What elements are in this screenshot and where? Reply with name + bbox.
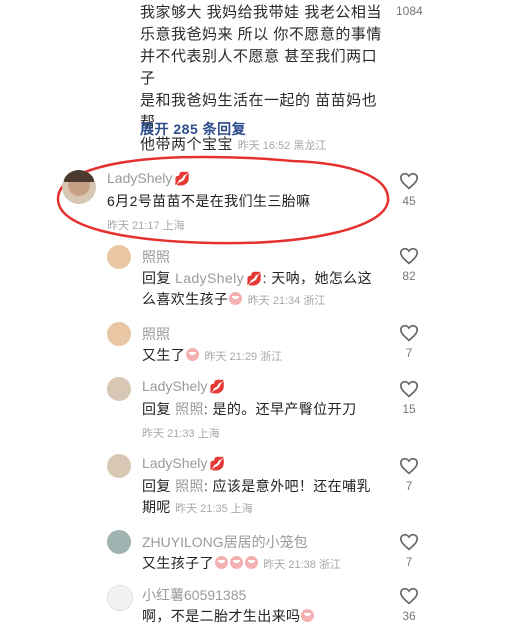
like-count: 82 xyxy=(402,269,416,283)
reply-meta: 昨天 21:35 上海 xyxy=(175,503,253,515)
heart-outline-icon xyxy=(399,533,419,551)
comment-content: 6月2号苗苗不是在我们生三胎嘛 xyxy=(107,193,311,209)
reply-username[interactable]: ZHUYILONG居居的小笼包 xyxy=(142,532,308,552)
avatar[interactable] xyxy=(107,530,131,554)
comment-meta: 昨天 21:17 上海 xyxy=(107,220,185,232)
avatar[interactable] xyxy=(107,322,131,346)
reply-content: 回复 LadyShely 💋: 天呐，她怎么这 么喜欢生孩子 昨天 21:34 浙江 xyxy=(142,270,373,307)
crying-face-emoji xyxy=(229,292,243,305)
reply-meta: 昨天 21:38 浙江 xyxy=(263,559,341,571)
crying-face-emoji xyxy=(301,609,315,622)
like-count: 36 xyxy=(402,609,416,623)
crying-face-emoji xyxy=(230,556,243,569)
heart-outline-icon xyxy=(399,172,419,190)
reply-meta: 昨天 21:29 浙江 xyxy=(204,351,283,363)
comment-line: 我家够大 我妈给我带娃 我老公相当 xyxy=(140,4,382,21)
avatar[interactable] xyxy=(107,585,133,611)
like-button[interactable]: 82 xyxy=(394,247,424,283)
reply-to-user[interactable]: 照照 xyxy=(175,401,204,417)
like-count: 7 xyxy=(405,346,413,360)
avatar[interactable] xyxy=(107,245,131,269)
avatar[interactable] xyxy=(107,377,131,401)
crying-face-emoji xyxy=(186,348,200,361)
reply-to-user[interactable]: 照照 xyxy=(175,478,204,494)
reply-content: 回复 照照: 应该是意外吧！还在哺乳 期呢 昨天 21:35 上海 xyxy=(142,478,371,515)
like-button[interactable]: 15 xyxy=(394,380,424,416)
heart-outline-icon xyxy=(399,324,419,342)
reply-meta: 昨天 21:34 浙江 xyxy=(247,295,326,307)
reply-username[interactable]: 照照 xyxy=(142,247,170,267)
reply-content: 又生孩子了 昨天 21:38 浙江 xyxy=(142,555,341,571)
like-button[interactable]: 36 xyxy=(394,587,424,623)
comment-line: 并不代表别人不愿意 甚至我们两口子 xyxy=(140,48,378,87)
like-count: 15 xyxy=(402,402,416,416)
like-button[interactable]: 7 xyxy=(394,324,424,360)
comment-line: 乐意我爸妈来 所以 你不愿意的事情 xyxy=(140,26,382,43)
reply-username[interactable]: LadyShely 💋 xyxy=(142,378,226,395)
crying-face-emoji xyxy=(215,556,228,569)
like-count: 1084 xyxy=(396,4,423,18)
lips-icon: 💋 xyxy=(246,271,263,286)
reply-username[interactable]: LadyShely 💋 xyxy=(142,455,226,472)
like-count: 7 xyxy=(405,555,413,569)
heart-outline-icon xyxy=(399,380,419,398)
heart-outline-icon xyxy=(399,457,419,475)
reply-content: 又生了 昨天 21:29 浙江 xyxy=(142,347,283,363)
reply-content: 啊，不是二胎才生出来吗 xyxy=(142,606,315,627)
like-count: 45 xyxy=(402,194,416,208)
avatar[interactable] xyxy=(107,454,131,478)
expand-replies-button[interactable]: 展开 285 条回复 xyxy=(140,119,246,139)
reply-meta: 昨天 21:33 上海 xyxy=(142,428,220,440)
heart-outline-icon xyxy=(399,587,419,605)
reply-username[interactable]: 小红薯60591385 xyxy=(142,585,246,605)
like-button[interactable]: 7 xyxy=(394,457,424,493)
like-button[interactable]: 45 xyxy=(394,172,424,208)
reply-username[interactable]: 照照 xyxy=(142,324,170,344)
lips-icon: 💋 xyxy=(174,171,191,186)
comment-username[interactable]: LadyShely 💋 xyxy=(107,170,191,187)
crying-face-emoji xyxy=(245,556,258,569)
like-count: 7 xyxy=(405,479,413,493)
heart-outline-icon xyxy=(399,247,419,265)
comment-meta: 昨天 16:52 黑龙江 xyxy=(237,140,327,152)
like-button[interactable]: 7 xyxy=(394,533,424,569)
lips-icon: 💋 xyxy=(209,456,226,471)
lips-icon: 💋 xyxy=(209,379,226,394)
reply-to-user[interactable]: LadyShely xyxy=(175,270,244,286)
avatar[interactable] xyxy=(62,170,96,204)
reply-content: 回复 照照: 是的。还早产臀位开刀 xyxy=(142,401,357,417)
